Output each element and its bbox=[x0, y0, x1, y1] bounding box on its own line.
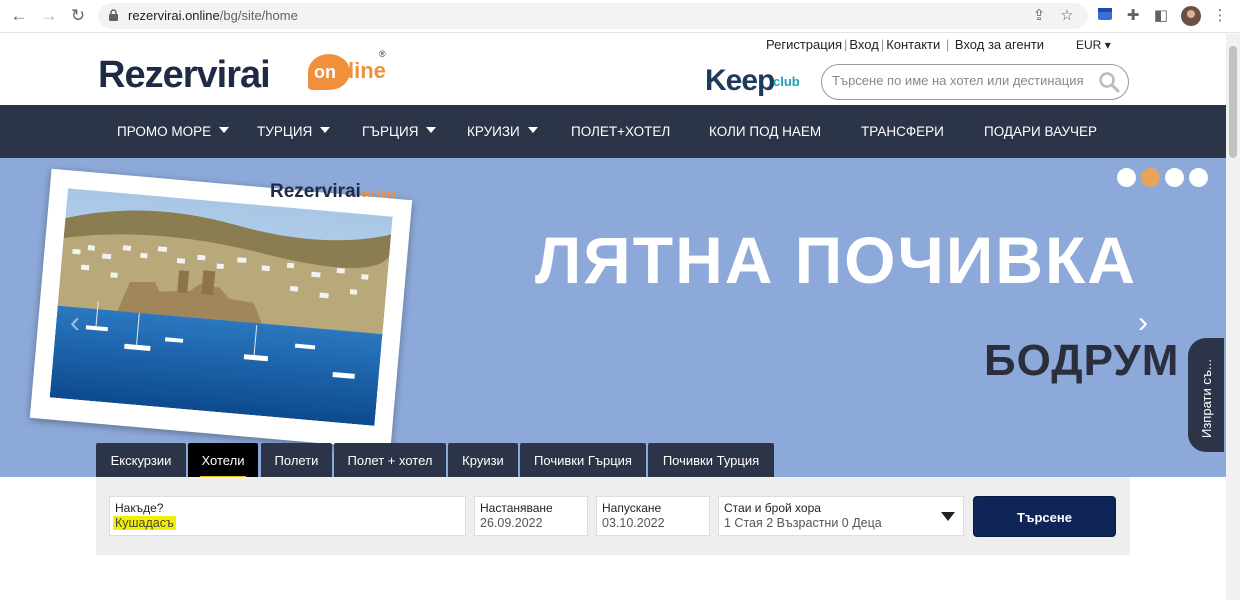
tab-cruises[interactable]: Круизи bbox=[448, 443, 518, 477]
checkin-label: Настаняване bbox=[480, 501, 553, 515]
reload-icon[interactable]: ↻ bbox=[67, 5, 89, 27]
hero-banner[interactable]: Rezerviraion line ЛЯТНА ПОЧИВКА БОДРУМ ‹… bbox=[0, 158, 1226, 477]
back-arrow-icon[interactable]: ← bbox=[8, 5, 30, 27]
search-icon[interactable] bbox=[1098, 71, 1120, 93]
tab-hotels[interactable]: Хотели bbox=[188, 443, 258, 479]
menu-dots-icon[interactable]: ⋮ bbox=[1210, 6, 1230, 26]
hero-subtitle: БОДРУМ bbox=[984, 336, 1180, 385]
nav-gift-voucher[interactable]: ПОДАРИ ВАУЧЕР bbox=[984, 105, 1097, 158]
page-scrollbar[interactable] bbox=[1226, 34, 1240, 600]
logo-wordmark: Rezervirai bbox=[98, 54, 271, 96]
extension-icon[interactable] bbox=[1095, 6, 1115, 26]
web-page: Rezervirai on line ® Регистрация | Вход | Ко… bbox=[0, 34, 1226, 600]
star-icon[interactable]: ☆ bbox=[1058, 7, 1076, 25]
hotel-search-input[interactable] bbox=[832, 73, 1092, 88]
url-text: rezervirai.online/bg/site/home bbox=[128, 8, 298, 23]
logo-on: on bbox=[314, 62, 336, 82]
rooms-label: Стаи и брой хора bbox=[724, 501, 821, 515]
tab-greece-holidays[interactable]: Почивки Гърция bbox=[520, 443, 646, 477]
agents-login-link[interactable]: Вход за агенти bbox=[955, 37, 1044, 52]
tab-turkey-holidays[interactable]: Почивки Турция bbox=[648, 443, 774, 477]
slide-dot-4[interactable] bbox=[1189, 168, 1208, 187]
nav-turkey[interactable]: ТУРЦИЯ bbox=[257, 105, 331, 158]
destination-field[interactable]: Накъде? Кушадасъ bbox=[109, 496, 466, 536]
feedback-tab[interactable]: Изпрати съ... bbox=[1188, 338, 1224, 452]
checkout-value: 03.10.2022 bbox=[602, 516, 665, 530]
browser-toolbar: ← → ↻ rezervirai.online/bg/site/home ⇪ ☆… bbox=[0, 0, 1240, 33]
dropdown-caret-icon bbox=[941, 512, 955, 521]
rooms-guests-select[interactable]: Стаи и брой хора 1 Стая 2 Възрастни 0 Де… bbox=[718, 496, 964, 536]
nav-promo-sea[interactable]: ПРОМО МОРЕ bbox=[117, 105, 230, 158]
address-bar[interactable]: rezervirai.online/bg/site/home ⇪ ☆ bbox=[98, 3, 1088, 29]
contacts-link[interactable]: Контакти bbox=[886, 37, 940, 52]
divider: | bbox=[880, 37, 885, 52]
rooms-value: 1 Стая 2 Възрастни 0 Деца bbox=[724, 516, 882, 530]
slider-prev-arrow-icon[interactable]: ‹ bbox=[70, 306, 80, 340]
slide-dot-1[interactable] bbox=[1117, 168, 1136, 187]
tab-flights[interactable]: Полети bbox=[261, 443, 332, 477]
tab-flight-hotel[interactable]: Полет + хотел bbox=[334, 443, 446, 477]
side-panel-icon[interactable]: ◧ bbox=[1151, 6, 1171, 26]
main-navigation: ПРОМО МОРЕ ТУРЦИЯ ГЪРЦИЯ КРУИЗИ ПОЛЕТ+ХО… bbox=[0, 105, 1226, 158]
puzzle-icon[interactable]: ✚ bbox=[1123, 6, 1143, 26]
site-logo[interactable]: Rezervirai on line ® bbox=[98, 44, 398, 104]
logo-registered: ® bbox=[379, 49, 386, 59]
divider: | bbox=[844, 37, 848, 52]
nav-transfers[interactable]: ТРАНСФЕРИ bbox=[861, 105, 944, 158]
logo-line: line bbox=[348, 58, 386, 83]
slider-next-arrow-icon[interactable]: › bbox=[1138, 306, 1148, 340]
scrollbar-thumb[interactable] bbox=[1229, 46, 1237, 158]
nav-flight-hotel[interactable]: ПОЛЕТ+ХОТЕЛ bbox=[571, 105, 670, 158]
slide-dot-3[interactable] bbox=[1165, 168, 1184, 187]
divider: | bbox=[945, 37, 950, 52]
destination-value: Кушадасъ bbox=[113, 516, 176, 530]
bodrum-photo bbox=[49, 188, 393, 426]
checkout-field[interactable]: Напускане 03.10.2022 bbox=[596, 496, 710, 536]
checkin-field[interactable]: Настаняване 26.09.2022 bbox=[474, 496, 588, 536]
caret-down-icon bbox=[219, 127, 230, 133]
register-link[interactable]: Регистрация bbox=[766, 37, 842, 52]
login-link[interactable]: Вход bbox=[849, 37, 878, 52]
keep-club-logo[interactable]: Keep club bbox=[705, 62, 815, 102]
keep-word: Keep bbox=[705, 64, 775, 97]
hotel-search-box bbox=[821, 64, 1129, 100]
tab-excursions[interactable]: Екскурзии bbox=[96, 443, 186, 477]
destination-label: Накъде? bbox=[115, 501, 164, 515]
photo-frame bbox=[29, 168, 413, 450]
checkin-value: 26.09.2022 bbox=[480, 516, 543, 530]
nav-car-rental[interactable]: КОЛИ ПОД НАЕМ bbox=[709, 105, 821, 158]
nav-cruises[interactable]: КРУИЗИ bbox=[467, 105, 538, 158]
avatar[interactable] bbox=[1181, 6, 1201, 26]
caret-down-icon bbox=[527, 127, 538, 133]
currency-selector[interactable]: EUR ▾ bbox=[1076, 38, 1111, 52]
nav-greece[interactable]: ГЪРЦИЯ bbox=[362, 105, 437, 158]
top-links: Регистрация | Вход | Контакти | Вход за аген… bbox=[766, 37, 1044, 52]
caret-down-icon bbox=[320, 127, 331, 133]
hotel-search-form: Накъде? Кушадасъ Настаняване 26.09.2022 … bbox=[96, 477, 1130, 555]
caret-down-icon: ▾ bbox=[1104, 38, 1111, 52]
hero-logo: Rezerviraion line bbox=[270, 181, 397, 202]
caret-down-icon bbox=[426, 127, 437, 133]
lock-icon bbox=[109, 9, 118, 21]
keep-club: club bbox=[773, 74, 800, 89]
checkout-label: Напускане bbox=[602, 501, 662, 515]
search-submit-button[interactable]: Търсене bbox=[973, 496, 1116, 537]
slide-dot-2[interactable] bbox=[1141, 168, 1160, 187]
share-icon[interactable]: ⇪ bbox=[1030, 7, 1048, 25]
forward-arrow-icon[interactable]: → bbox=[38, 5, 60, 27]
hero-title: ЛЯТНА ПОЧИВКА bbox=[535, 223, 1137, 297]
